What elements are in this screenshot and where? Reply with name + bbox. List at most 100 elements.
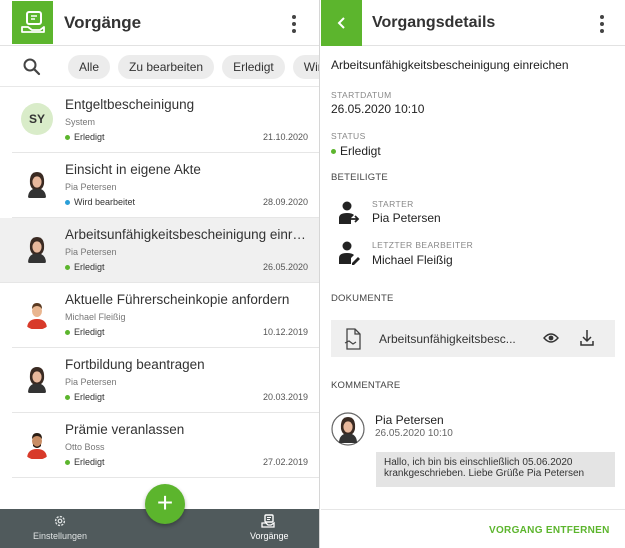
- status-dot-icon: [65, 459, 70, 465]
- avatar: SY: [21, 103, 53, 135]
- add-process-button[interactable]: +: [145, 484, 185, 524]
- item-date: 27.02.2019: [262, 457, 308, 467]
- list-item[interactable]: Prämie veranlassen Otto Boss Erledigt 27…: [12, 413, 319, 478]
- male-avatar: [21, 298, 53, 330]
- list-item[interactable]: Einsicht in eigene Akte Pia Petersen Wir…: [12, 153, 319, 218]
- last-editor-value: Michael Fleißig: [372, 253, 453, 267]
- starter-label: STARTER: [372, 199, 414, 209]
- status-label: Erledigt: [74, 392, 105, 402]
- start-date-label: STARTDATUM: [331, 90, 392, 100]
- comment-date: 26.05.2020 10:10: [375, 428, 453, 439]
- item-initiator: Otto Boss: [65, 442, 105, 452]
- list-item[interactable]: Aktuelle Führerscheinkopie anfordern Mic…: [12, 283, 319, 348]
- participants-section-title: BETEILIGTE: [331, 172, 388, 183]
- item-title: Einsicht in eigene Akte: [65, 162, 201, 177]
- eye-icon[interactable]: [543, 332, 559, 344]
- item-date: 28.09.2020: [262, 197, 308, 207]
- status-badge: Erledigt: [331, 144, 381, 158]
- status-label: Wird bearbeitet: [74, 197, 136, 207]
- status-badge: Wird bearbeitet: [65, 197, 135, 207]
- male-avatar: [21, 428, 53, 460]
- start-date-value: 26.05.2020 10:10: [331, 102, 425, 116]
- details-title: Vorgangsdetails: [372, 14, 496, 31]
- item-title: Entgeltbescheinigung: [65, 97, 195, 112]
- search-icon[interactable]: [22, 57, 42, 77]
- item-initiator: Pia Petersen: [65, 377, 117, 387]
- item-date: 10.12.2019: [262, 327, 308, 337]
- nav-settings[interactable]: Einstellungen: [33, 514, 87, 541]
- status-label: Erledigt: [74, 132, 105, 142]
- female-avatar: [21, 363, 53, 395]
- item-title: Arbeitsunfähigkeitsbescheinigung einreic…: [65, 227, 309, 242]
- item-initiator: System: [65, 117, 96, 127]
- nav-processes-label: Vorgänge: [250, 531, 289, 541]
- divider: [321, 509, 625, 510]
- female-avatar: [21, 233, 53, 265]
- status-badge: Erledigt: [65, 132, 105, 142]
- list-header: Vorgänge: [0, 0, 319, 46]
- process-details-pane: Vorgangsdetails Arbeitsunfähigkeitsbesch…: [321, 0, 625, 548]
- list-item[interactable]: Fortbildung beantragen Pia Petersen Erle…: [12, 348, 319, 413]
- nav-processes[interactable]: Vorgänge: [250, 514, 289, 541]
- process-list-pane: Vorgänge Alle Zu bearbeiten Erledigt Wir…: [0, 0, 320, 548]
- item-date: 20.03.2019: [262, 392, 308, 402]
- comments-section-title: KOMMENTARE: [331, 380, 401, 391]
- download-icon[interactable]: [579, 329, 595, 347]
- status-badge: Erledigt: [65, 262, 105, 272]
- app-logo-icon: [20, 10, 45, 33]
- status-badge: Erledigt: [65, 457, 105, 467]
- comment-author: Pia Petersen: [375, 413, 444, 427]
- filter-bar: Alle Zu bearbeiten Erledigt Wird b: [0, 47, 319, 87]
- list-item[interactable]: SY Entgeltbescheinigung System Erledigt …: [12, 88, 319, 153]
- item-date: 21.10.2020: [262, 132, 308, 142]
- starter-person-icon: [339, 201, 360, 224]
- document-row[interactable]: Arbeitsunfähigkeitsbesc...: [331, 320, 615, 357]
- status-badge: Erledigt: [65, 392, 105, 402]
- chevron-left-icon: [337, 17, 345, 29]
- commenter-avatar: [331, 412, 365, 446]
- gear-icon: [54, 515, 66, 527]
- filter-chip-all[interactable]: Alle: [68, 55, 111, 79]
- page-title: Vorgänge: [64, 13, 142, 32]
- document-icon: [344, 328, 361, 350]
- item-date: 26.05.2020: [262, 262, 308, 272]
- item-initiator: Pia Petersen: [65, 182, 117, 192]
- comment-text: Hallo, ich bin bis einschließlich 05.06.…: [376, 452, 615, 487]
- last-editor-label: LETZTER BEARBEITER: [372, 240, 474, 250]
- remove-process-button[interactable]: VORGANG ENTFERNEN: [489, 525, 610, 536]
- item-title: Aktuelle Führerscheinkopie anfordern: [65, 292, 290, 307]
- status-dot-icon: [65, 199, 70, 205]
- status-dot-icon: [65, 329, 70, 335]
- filter-chips: Alle Zu bearbeiten Erledigt Wird b: [68, 55, 319, 79]
- status-dot-icon: [65, 394, 70, 400]
- item-title: Prämie veranlassen: [65, 422, 185, 437]
- details-header: Vorgangsdetails: [321, 0, 625, 46]
- filter-chip-done[interactable]: Erledigt: [222, 55, 285, 79]
- document-name: Arbeitsunfähigkeitsbesc...: [379, 332, 516, 346]
- app-logo[interactable]: [12, 1, 53, 44]
- filter-chip-in-progress[interactable]: Wird b: [292, 55, 319, 79]
- status-badge: Erledigt: [65, 327, 105, 337]
- process-name: Arbeitsunfähigkeitsbescheinigung einreic…: [331, 58, 569, 72]
- status-label: Erledigt: [74, 457, 105, 467]
- status-label: STATUS: [331, 131, 366, 141]
- documents-section-title: DOKUMENTE: [331, 293, 394, 304]
- more-options-icon[interactable]: [592, 14, 612, 34]
- starter-value: Pia Petersen: [372, 211, 441, 225]
- item-initiator: Pia Petersen: [65, 247, 117, 257]
- status-dot-icon: [331, 148, 336, 154]
- status-label: Erledigt: [74, 262, 105, 272]
- status-label: Erledigt: [74, 327, 105, 337]
- status-dot-icon: [65, 264, 70, 270]
- status-value: Erledigt: [340, 144, 381, 158]
- back-button[interactable]: [321, 0, 362, 46]
- processes-icon: [261, 514, 275, 528]
- more-options-icon[interactable]: [284, 14, 304, 34]
- female-avatar: [21, 168, 53, 200]
- editor-person-icon: [339, 241, 360, 265]
- item-initiator: Michael Fleißig: [65, 312, 126, 322]
- process-list: SY Entgeltbescheinigung System Erledigt …: [0, 88, 319, 478]
- item-title: Fortbildung beantragen: [65, 357, 205, 372]
- filter-chip-to-do[interactable]: Zu bearbeiten: [118, 55, 215, 79]
- list-item-selected[interactable]: Arbeitsunfähigkeitsbescheinigung einreic…: [0, 218, 319, 283]
